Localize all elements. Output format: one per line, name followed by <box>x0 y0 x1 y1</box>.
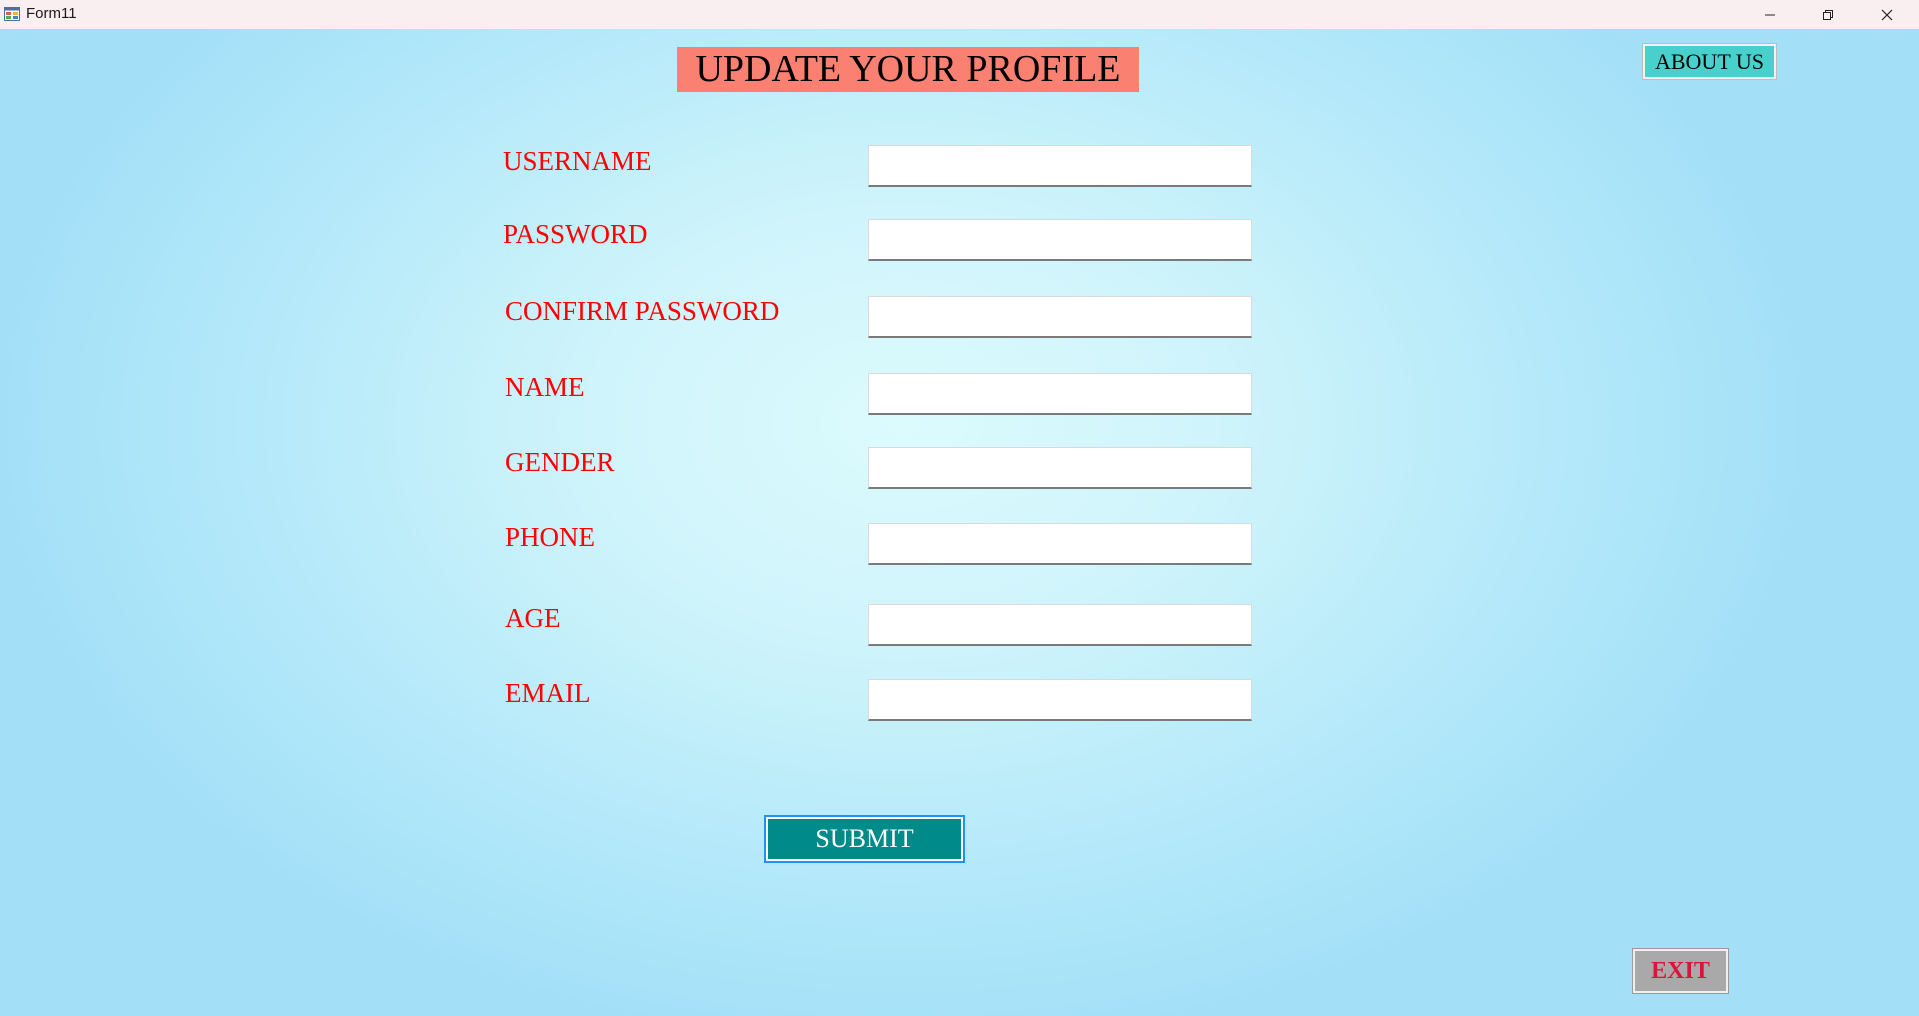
window-titlebar[interactable]: Form11 <box>0 0 1919 29</box>
restore-button[interactable] <box>1799 0 1857 29</box>
window-title: Form11 <box>26 5 77 22</box>
username-input[interactable] <box>868 145 1252 187</box>
about-us-button[interactable]: ABOUT US <box>1643 44 1776 79</box>
page-title: UPDATE YOUR PROFILE <box>677 47 1139 92</box>
name-input[interactable] <box>868 373 1252 415</box>
phone-input[interactable] <box>868 523 1252 565</box>
username-label: USERNAME <box>503 146 652 176</box>
form-app-icon <box>4 6 20 22</box>
confirm-password-input[interactable] <box>868 296 1252 338</box>
password-label: PASSWORD <box>503 219 648 249</box>
form-client-area: UPDATE YOUR PROFILE ABOUT US USERNAME PA… <box>0 29 1919 1016</box>
app-window: Form11 UPDATE YOUR PROFILE ABOUT US USER… <box>0 0 1919 1016</box>
email-label: EMAIL <box>505 678 591 708</box>
submit-button[interactable]: SUBMIT <box>766 817 963 861</box>
minimize-icon <box>1764 9 1776 21</box>
gender-label: GENDER <box>505 447 615 477</box>
email-input[interactable] <box>868 679 1252 721</box>
close-button[interactable] <box>1858 0 1916 29</box>
close-icon <box>1881 9 1893 21</box>
phone-label: PHONE <box>505 522 596 552</box>
age-input[interactable] <box>868 604 1252 646</box>
restore-icon <box>1822 9 1834 21</box>
name-label: NAME <box>505 372 585 402</box>
password-input[interactable] <box>868 219 1252 261</box>
age-label: AGE <box>505 603 561 633</box>
minimize-button[interactable] <box>1741 0 1799 29</box>
exit-button[interactable]: EXIT <box>1633 949 1728 993</box>
gender-input[interactable] <box>868 447 1252 489</box>
confirm-password-label: CONFIRM PASSWORD <box>505 296 780 326</box>
